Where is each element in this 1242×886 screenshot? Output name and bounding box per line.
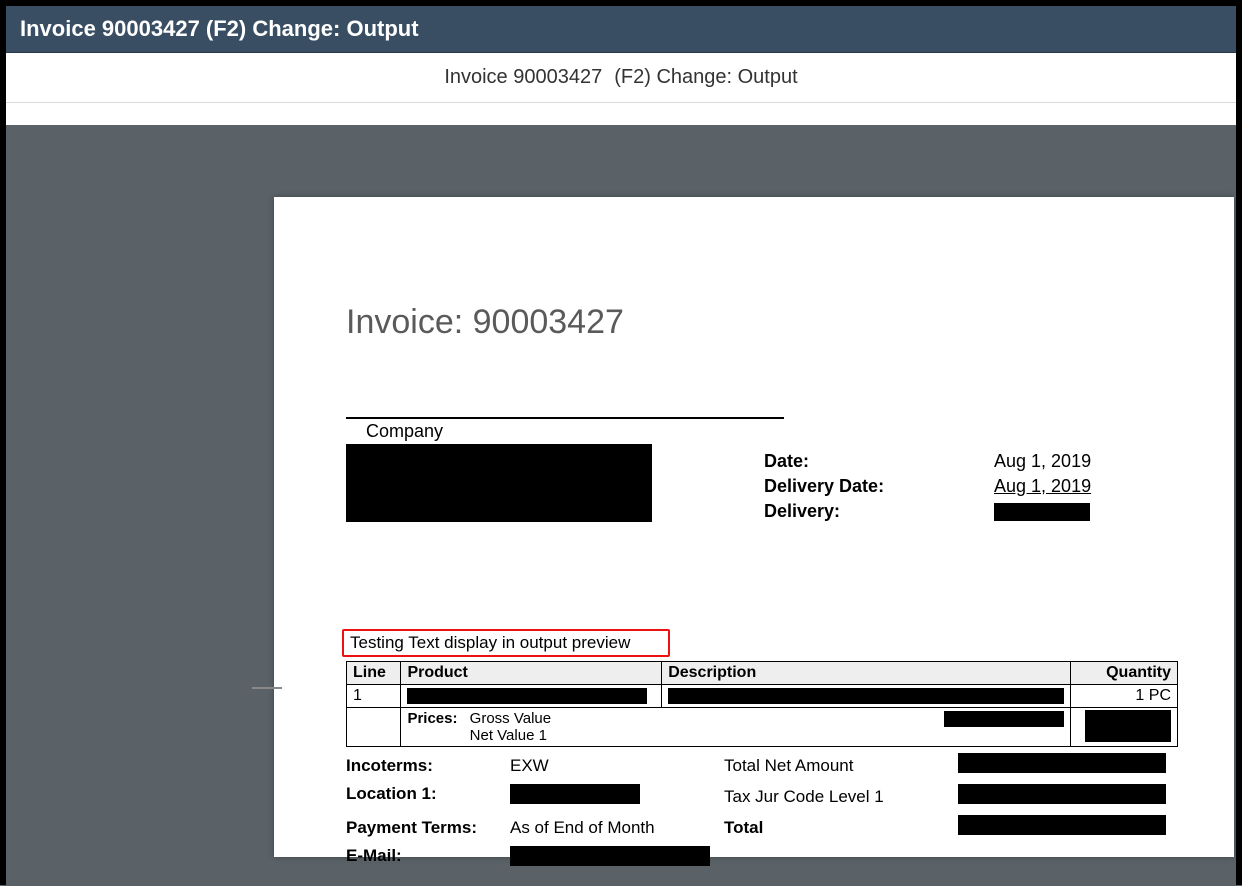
document-page: Invoice: 90003427 Company Date: Aug 1, 2…	[274, 197, 1234, 857]
ruler-notch	[252, 687, 282, 689]
subheader-right: (F2) Change: Output	[614, 66, 797, 89]
incoterms-value: EXW	[510, 756, 549, 776]
line-items-table: Line Product Description Quantity 1 1 PC	[346, 661, 1178, 747]
redacted-description	[668, 688, 1064, 704]
subheader-wrap: Invoice 90003427 (F2) Change: Output	[6, 53, 1236, 125]
th-product: Product	[401, 662, 662, 685]
price-line-1: Net Value 1	[470, 727, 547, 744]
cell-prices: Prices: Gross Value Net Value 1	[401, 708, 1071, 747]
price-line-0: Gross Value	[470, 710, 551, 727]
redacted-location1	[510, 784, 640, 804]
th-line: Line	[347, 662, 401, 685]
email-label: E-Mail:	[346, 846, 510, 871]
subheader: Invoice 90003427 (F2) Change: Output	[6, 53, 1236, 103]
table-prices-row: Prices: Gross Value Net Value 1	[347, 708, 1178, 747]
preview-canvas[interactable]: Invoice: 90003427 Company Date: Aug 1, 2…	[6, 125, 1236, 886]
company-label: Company	[366, 421, 443, 444]
subheader-left: Invoice 90003427	[444, 66, 602, 89]
cell-line: 1	[347, 685, 401, 708]
payment-terms-label: Payment Terms:	[346, 818, 510, 838]
cell-description	[662, 685, 1071, 708]
redacted-total	[958, 815, 1166, 835]
total-net-label: Total Net Amount	[724, 756, 958, 776]
incoterms-label: Incoterms:	[346, 756, 510, 776]
delivery-date-label: Delivery Date:	[764, 476, 994, 497]
prices-label: Prices:	[407, 710, 465, 727]
th-quantity: Quantity	[1071, 662, 1178, 685]
date-label: Date:	[764, 451, 994, 472]
total-label: Total	[724, 818, 958, 838]
invoice-footer: Incoterms: EXW Total Net Amount Location…	[346, 753, 1178, 877]
tax-label: Tax Jur Code Level 1	[724, 787, 958, 807]
cell-empty	[347, 708, 401, 747]
window-title-bar: Invoice 90003427 (F2) Change: Output	[6, 6, 1236, 53]
redacted-product	[407, 688, 647, 704]
location1-label: Location 1:	[346, 784, 510, 809]
redacted-price-amount	[1085, 710, 1171, 742]
highlight-text: Testing Text display in output preview	[350, 633, 630, 653]
company-block: Company	[346, 421, 702, 522]
redacted-email	[510, 846, 710, 866]
redacted-tax	[958, 784, 1166, 804]
date-value: Aug 1, 2019	[994, 451, 1091, 472]
redacted-company-address	[346, 444, 652, 522]
address-rule	[346, 417, 784, 419]
redacted-total-net	[958, 753, 1166, 773]
highlight-annotation: Testing Text display in output preview	[342, 629, 670, 657]
invoice-heading: Invoice: 90003427	[346, 303, 624, 342]
th-description: Description	[662, 662, 1071, 685]
cell-quantity: 1 PC	[1071, 685, 1178, 708]
cell-product	[401, 685, 662, 708]
window-title: Invoice 90003427 (F2) Change: Output	[20, 16, 419, 41]
invoice-meta: Date: Aug 1, 2019 Delivery Date: Aug 1, …	[764, 451, 1194, 526]
delivery-date-value: Aug 1, 2019	[994, 476, 1091, 497]
cell-price-amount	[1071, 708, 1178, 747]
table-row: 1 1 PC	[347, 685, 1178, 708]
payment-terms-value: As of End of Month	[510, 818, 655, 838]
toolbar-strip	[6, 103, 1236, 125]
redacted-price-mid	[944, 711, 1064, 727]
redacted-delivery-value	[994, 503, 1090, 521]
delivery-label: Delivery:	[764, 501, 994, 522]
